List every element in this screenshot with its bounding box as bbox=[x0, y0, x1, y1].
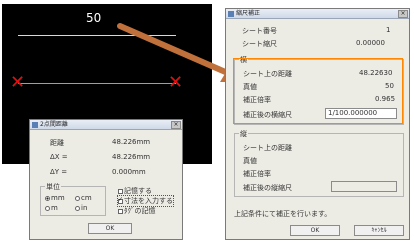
delta-y-value: 0.000mm bbox=[112, 168, 146, 176]
unit-option-in[interactable]: in bbox=[75, 204, 87, 212]
measure-dialog: 2点間距離 × 距離 48.226mm ΔX = 48.226mm ΔY = 0… bbox=[29, 119, 183, 240]
option-remember[interactable]: 記憶する bbox=[118, 186, 152, 196]
delta-x-value: 48.226mm bbox=[112, 153, 151, 161]
sheet-scale-label: シート縮尺 bbox=[242, 40, 277, 48]
distance-label: 距離 bbox=[50, 139, 64, 147]
measure-dialog-title: 2点間距離 bbox=[40, 121, 68, 128]
v-scale-label: 補正後の縦縮尺 bbox=[243, 184, 292, 192]
app-icon bbox=[32, 122, 38, 128]
delta-x-label: ΔX = bbox=[50, 153, 68, 161]
unit-option-m[interactable]: m bbox=[45, 204, 58, 212]
radio-icon bbox=[75, 195, 80, 201]
sheet-number-value: 1 bbox=[386, 26, 391, 34]
close-icon[interactable]: × bbox=[171, 121, 181, 129]
measure-dialog-titlebar: 2点間距離 × bbox=[30, 120, 182, 130]
units-group-label: 単位 bbox=[45, 182, 61, 192]
correction-dialog-title: 縮尺補正 bbox=[236, 10, 261, 17]
dimension-value: 50 bbox=[86, 11, 102, 25]
v-scale-input[interactable] bbox=[331, 181, 397, 192]
units-group: 単位 mm cm m in bbox=[40, 182, 106, 216]
cancel-button[interactable]: ｷｬﾝｾﾙ bbox=[354, 225, 404, 236]
radio-icon bbox=[75, 205, 80, 211]
v-ratio-label: 補正倍率 bbox=[243, 170, 271, 178]
ok-button[interactable]: OK bbox=[88, 223, 132, 234]
sheet-scale-value: 0.00000 bbox=[356, 39, 385, 47]
confirm-message: 上記条件にて補正を行います。 bbox=[234, 210, 332, 218]
radio-icon bbox=[45, 205, 50, 211]
correction-dialog-titlebar: 縮尺補正 × bbox=[226, 9, 409, 19]
checkbox-icon bbox=[118, 188, 123, 194]
unit-option-mm[interactable]: mm bbox=[45, 194, 65, 202]
screenshot-stage: 50 ✕ ✕ 2点間距離 × 距離 48.226mm ΔX = 48.226mm… bbox=[0, 0, 414, 244]
checkbox-checked-icon bbox=[118, 196, 123, 204]
v-actual-label: 真値 bbox=[243, 157, 257, 165]
option-tag-remember[interactable]: ﾀｸﾞの記憶 bbox=[118, 206, 156, 216]
horizontal-group-highlight bbox=[233, 58, 403, 124]
app-icon bbox=[228, 11, 234, 17]
ok-button[interactable]: OK bbox=[290, 225, 340, 236]
unit-option-cm[interactable]: cm bbox=[75, 194, 92, 202]
delta-y-label: ΔY = bbox=[50, 168, 68, 176]
checkbox-icon bbox=[118, 208, 123, 214]
vertical-group-label: 縦 bbox=[239, 129, 248, 139]
vertical-group: 縦 シート上の距離 真値 補正倍率 補正後の縦縮尺 bbox=[234, 129, 404, 197]
radio-icon bbox=[45, 195, 50, 201]
sheet-number-label: シート番号 bbox=[242, 27, 277, 35]
scale-correction-dialog: 縮尺補正 × シート番号 1 シート縮尺 0.00000 横 シート上の距離 4… bbox=[225, 8, 410, 240]
start-point-marker-icon[interactable]: ✕ bbox=[10, 74, 25, 92]
close-icon[interactable]: × bbox=[398, 10, 408, 18]
distance-value: 48.226mm bbox=[112, 138, 151, 146]
option-enter-dimension[interactable]: 寸法を入力する bbox=[117, 195, 174, 207]
v-distance-label: シート上の距離 bbox=[243, 144, 292, 152]
